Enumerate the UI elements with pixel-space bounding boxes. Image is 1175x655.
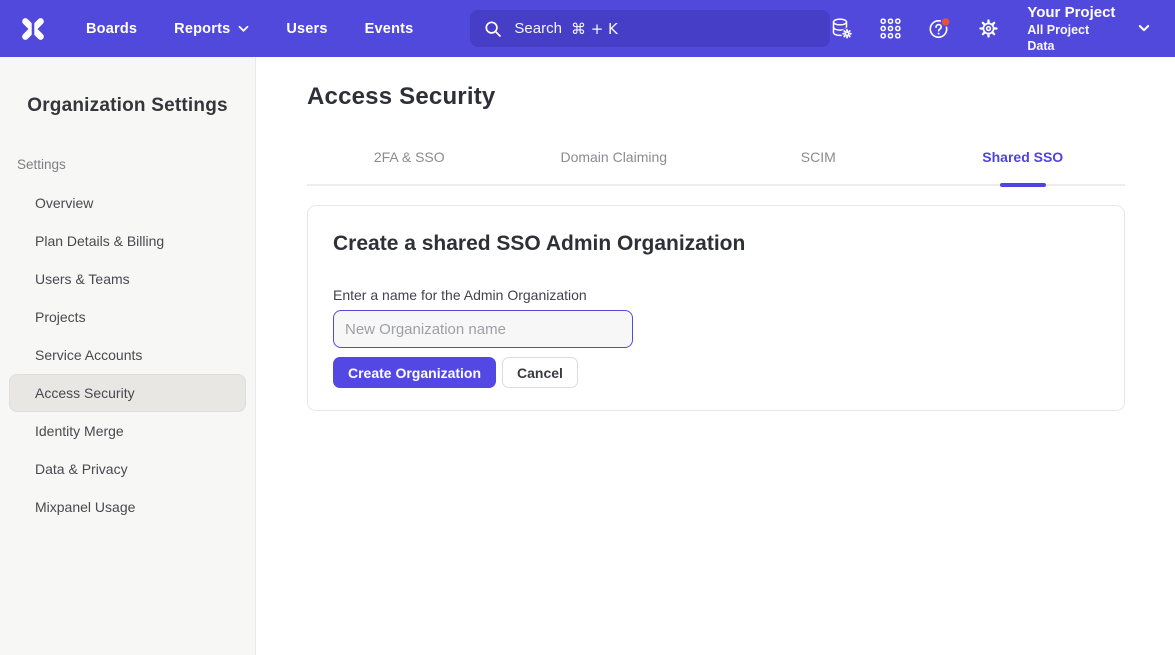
sidebar-item-access-security[interactable]: Access Security xyxy=(9,374,246,412)
card-button-row: Create Organization Cancel xyxy=(333,357,1099,388)
tab-domain-claiming[interactable]: Domain Claiming xyxy=(512,149,717,184)
settings-gear-icon[interactable] xyxy=(978,18,999,39)
nav-reports[interactable]: Reports xyxy=(174,21,249,37)
create-shared-sso-card: Create a shared SSO Admin Organization E… xyxy=(307,205,1125,411)
mixpanel-logo-glyph xyxy=(18,14,48,44)
project-name: Your Project xyxy=(1027,3,1116,22)
tab-shared-sso[interactable]: Shared SSO xyxy=(921,149,1126,184)
sidebar-item-projects[interactable]: Projects xyxy=(9,298,246,336)
data-management-icon[interactable] xyxy=(830,17,853,40)
tab-2fa-sso[interactable]: 2FA & SSO xyxy=(307,149,512,184)
org-name-input[interactable] xyxy=(333,310,633,348)
search-shortcut: ⌘ + K xyxy=(571,20,618,38)
sidebar-item-plan-details-billing[interactable]: Plan Details & Billing xyxy=(9,222,246,260)
chevron-down-icon xyxy=(1138,24,1150,33)
nav-reports-label: Reports xyxy=(174,21,230,37)
sidebar-section-label: Settings xyxy=(17,157,255,172)
search-icon xyxy=(484,20,502,38)
sidebar-item-identity-merge[interactable]: Identity Merge xyxy=(9,412,246,450)
sidebar-item-overview[interactable]: Overview xyxy=(9,184,246,222)
org-name-label: Enter a name for the Admin Organization xyxy=(333,287,1099,303)
tab-scim[interactable]: SCIM xyxy=(716,149,921,184)
project-selector-labels: Your Project All Project Data xyxy=(1027,3,1116,54)
project-selector[interactable]: Your Project All Project Data xyxy=(1027,3,1150,54)
org-settings-sidebar: Organization Settings Settings Overview … xyxy=(0,57,256,655)
page-title: Access Security xyxy=(307,83,1125,111)
nav-boards[interactable]: Boards xyxy=(86,21,137,37)
help-icon[interactable] xyxy=(928,17,951,40)
nav-events[interactable]: Events xyxy=(365,21,414,37)
tab-bar: 2FA & SSO Domain Claiming SCIM Shared SS… xyxy=(307,149,1125,186)
primary-nav: Boards Reports Users Events xyxy=(86,21,413,37)
search-input[interactable]: Search ⌘ + K xyxy=(470,10,830,47)
navbar-icon-group xyxy=(830,17,999,40)
apps-grid-icon[interactable] xyxy=(880,18,901,39)
search-placeholder: Search xyxy=(514,20,562,37)
create-organization-button[interactable]: Create Organization xyxy=(333,357,496,388)
project-data-view: All Project Data xyxy=(1027,22,1116,54)
app-window: Boards Reports Users Events Search ⌘ xyxy=(0,0,1175,655)
top-navbar: Boards Reports Users Events Search ⌘ xyxy=(0,0,1175,57)
sidebar-item-data-privacy[interactable]: Data & Privacy xyxy=(9,450,246,488)
nav-users[interactable]: Users xyxy=(286,21,327,37)
sidebar-item-service-accounts[interactable]: Service Accounts xyxy=(9,336,246,374)
cancel-button[interactable]: Cancel xyxy=(502,357,578,388)
main-content: Access Security 2FA & SSO Domain Claimin… xyxy=(256,57,1175,655)
sidebar-title: Organization Settings xyxy=(0,95,255,117)
notification-badge xyxy=(942,18,951,27)
sidebar-item-users-teams[interactable]: Users & Teams xyxy=(9,260,246,298)
chevron-down-icon xyxy=(238,25,249,33)
mixpanel-logo-icon[interactable] xyxy=(18,14,48,44)
card-title: Create a shared SSO Admin Organization xyxy=(333,232,1099,256)
sidebar-item-mixpanel-usage[interactable]: Mixpanel Usage xyxy=(9,488,246,526)
sidebar-nav-list: Overview Plan Details & Billing Users & … xyxy=(0,184,255,526)
